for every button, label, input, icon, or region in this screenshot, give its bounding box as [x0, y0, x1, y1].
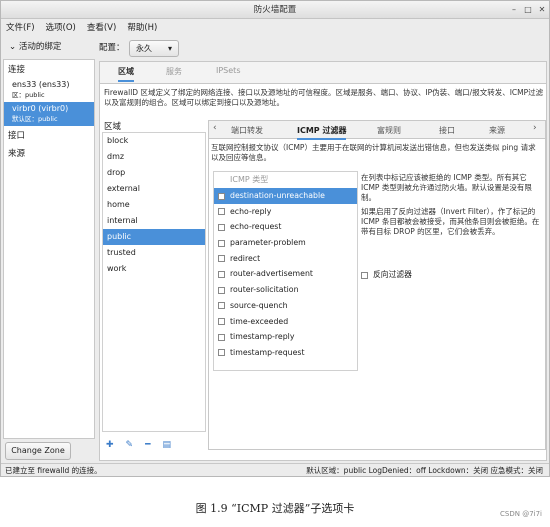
- icmp-type-row[interactable]: router-solicitation: [214, 282, 357, 298]
- edit-zone-icon[interactable]: ✎: [126, 440, 134, 450]
- status-connection: 已建立至 firewalld 的连接。: [5, 466, 102, 475]
- zone-buttons: ✚ ✎ ━ ▤: [106, 440, 183, 450]
- zone-item[interactable]: dmz: [103, 149, 205, 165]
- icmp-side-note: 在列表中标记应该被拒绝的 ICMP 类型。所有其它 ICMP 类型则被允许通过防…: [361, 173, 543, 237]
- window-title: 防火墙配置: [253, 5, 297, 15]
- tab-interfaces[interactable]: 接口: [439, 125, 455, 136]
- change-zone-button[interactable]: Change Zone: [5, 442, 71, 460]
- icmp-type-row[interactable]: source-quench: [214, 298, 357, 314]
- icmp-type-row[interactable]: time-exceeded: [214, 314, 357, 330]
- load-defaults-icon[interactable]: ▤: [163, 440, 172, 450]
- zone-item[interactable]: block: [103, 133, 205, 149]
- title-bar: 防火墙配置 – □ ✕: [1, 1, 549, 19]
- icmp-type-row[interactable]: router-advertisement: [214, 266, 357, 282]
- active-bindings-pane: ⌄ 活动的绑定 连接 ens33 (ens33) 区：public virbr0…: [1, 37, 96, 465]
- checkbox[interactable]: [218, 192, 225, 200]
- tab-port-forwarding[interactable]: 端口转发: [231, 125, 263, 136]
- checkbox[interactable]: [218, 349, 225, 357]
- side-note-1: 在列表中标记应该被拒绝的 ICMP 类型。所有其它 ICMP 类型则被允许通过防…: [361, 173, 532, 202]
- chevron-left-icon[interactable]: ‹: [213, 123, 217, 133]
- maximize-icon[interactable]: □: [521, 3, 535, 17]
- icmp-description: 互联网控制报文协议（ICMP）主要用于在联网的计算机间发送出错信息，但也发送类似…: [211, 143, 536, 162]
- binding-virbr0[interactable]: virbr0 (virbr0) 默认区：public: [4, 102, 94, 126]
- checkbox[interactable]: [218, 270, 225, 278]
- config-select[interactable]: 永久 ▾: [129, 40, 179, 57]
- checkbox[interactable]: [218, 286, 225, 294]
- figure-caption: 图 1.9 “ICMP 过滤器”子选项卡: [195, 502, 355, 515]
- firewall-window: 防火墙配置 – □ ✕ 文件(F) 选项(O) 查看(V) 帮助(H) ⌄ 活动的绑定…: [0, 0, 550, 477]
- icmp-type-row[interactable]: echo-request: [214, 219, 357, 235]
- status-summary: 默认区域：public LogDenied：off Lockdown：关闭 应急…: [306, 466, 543, 475]
- bindings-list: 连接 ens33 (ens33) 区：public virbr0 (virbr0…: [3, 59, 95, 439]
- watermark: CSDN @7i7i: [500, 510, 542, 518]
- sources-header: 来源: [8, 149, 26, 159]
- active-bindings-label: 活动的绑定: [18, 42, 62, 52]
- interfaces-header: 接口: [8, 131, 26, 141]
- zone-list: block dmz drop external home internal pu…: [102, 132, 206, 432]
- connections-header: 连接: [8, 65, 26, 75]
- zone-item[interactable]: external: [103, 181, 205, 197]
- dropdown-arrow-icon: ▾: [167, 44, 172, 53]
- add-zone-icon[interactable]: ✚: [106, 440, 114, 450]
- binding-ens33[interactable]: ens33 (ens33) 区：public: [4, 78, 94, 102]
- close-icon[interactable]: ✕: [535, 3, 549, 17]
- tab-sources[interactable]: 来源: [489, 125, 505, 136]
- sub-tabs: ‹ 端口转发 ICMP 过滤器 富规则 接口 来源 ›: [209, 121, 545, 140]
- checkbox[interactable]: [218, 239, 225, 247]
- icmp-type-row[interactable]: parameter-problem: [214, 235, 357, 251]
- icmp-type-list: ICMP 类型 destination-unreachable echo-rep…: [213, 171, 358, 371]
- chevron-down-icon: ⌄: [9, 42, 17, 52]
- status-bar: 已建立至 firewalld 的连接。 默认区域：public LogDenie…: [1, 463, 549, 476]
- zone-item[interactable]: home: [103, 197, 205, 213]
- chevron-right-icon[interactable]: ›: [533, 123, 537, 133]
- main-pane: 区域 服务 IPSets FirewallD 区域定义了绑定的网络连接、接口以及…: [99, 61, 547, 461]
- checkbox[interactable]: [218, 318, 225, 325]
- menu-options[interactable]: 选项(O): [46, 23, 76, 33]
- zone-item-selected[interactable]: public: [103, 229, 205, 245]
- active-bindings-toggle[interactable]: ⌄ 活动的绑定: [1, 37, 96, 57]
- zone-item[interactable]: trusted: [103, 245, 205, 261]
- icmp-type-row[interactable]: echo-reply: [214, 204, 357, 220]
- checkbox[interactable]: [218, 223, 225, 231]
- invert-filter-checkbox[interactable]: [361, 271, 368, 279]
- tab-services[interactable]: 服务: [166, 66, 182, 77]
- zone-detail: ‹ 端口转发 ICMP 过滤器 富规则 接口 来源 › 互联网控制报文协议（IC…: [208, 120, 546, 450]
- icmp-type-row[interactable]: timestamp-request: [214, 345, 357, 361]
- icmp-type-row[interactable]: redirect: [214, 251, 357, 267]
- config-label: 配置：: [99, 43, 125, 53]
- menu-view[interactable]: 查看(V): [87, 23, 116, 33]
- tab-rich-rules[interactable]: 富规则: [377, 125, 401, 136]
- minimize-icon[interactable]: –: [507, 3, 521, 17]
- checkbox[interactable]: [218, 302, 225, 310]
- menu-file[interactable]: 文件(F): [6, 23, 35, 33]
- tab-ipsets[interactable]: IPSets: [216, 66, 241, 75]
- side-note-2: 如果启用了反向过滤器（Invert Filter），作了标记的 ICMP 条目都…: [361, 207, 540, 236]
- checkbox[interactable]: [218, 255, 225, 263]
- icmp-type-row[interactable]: timestamp-reply: [214, 329, 357, 345]
- menu-help[interactable]: 帮助(H): [127, 23, 157, 33]
- tab-zones[interactable]: 区域: [118, 66, 134, 82]
- zones-label: 区域: [104, 122, 122, 132]
- zone-item[interactable]: drop: [103, 165, 205, 181]
- icmp-type-row[interactable]: destination-unreachable: [214, 188, 357, 204]
- checkbox[interactable]: [218, 208, 225, 216]
- icmp-type-header: ICMP 类型: [230, 175, 269, 184]
- invert-filter-label: 反向过滤器: [373, 270, 412, 279]
- zone-item[interactable]: work: [103, 261, 205, 277]
- top-tabs: 区域 服务 IPSets: [100, 62, 546, 84]
- checkbox[interactable]: [218, 333, 225, 341]
- zone-description: FirewallD 区域定义了绑定的网络连接、接口以及源地址的可信程度。区域是服…: [104, 88, 544, 107]
- menu-bar: 文件(F) 选项(O) 查看(V) 帮助(H): [1, 20, 549, 36]
- invert-filter-option[interactable]: 反向过滤器: [361, 269, 412, 280]
- zone-item[interactable]: internal: [103, 213, 205, 229]
- remove-zone-icon[interactable]: ━: [145, 440, 150, 450]
- tab-icmp-filter[interactable]: ICMP 过滤器: [297, 125, 347, 140]
